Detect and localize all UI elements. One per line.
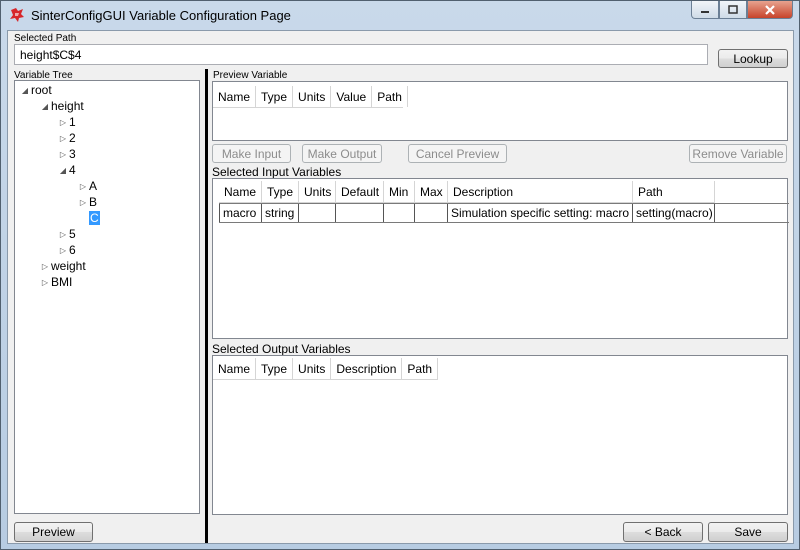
minimize-icon <box>701 10 709 13</box>
close-button[interactable] <box>747 1 793 19</box>
column-header[interactable]: Description <box>331 358 403 379</box>
app-logo-icon <box>10 8 24 22</box>
make-output-button[interactable]: Make Output <box>302 144 382 163</box>
panel-splitter[interactable] <box>205 69 208 543</box>
variable-tree[interactable]: ◢ root ◢ height ▷ 1 ▷ 2 ▷ 3 ◢ 4 ▷ A ▷ B C ▷ 5 ▷ 6 … <box>14 80 200 514</box>
cell-min[interactable] <box>384 204 415 222</box>
title-bar[interactable]: SinterConfigGUI Variable Configuration P… <box>1 1 799 31</box>
selected-path-label: Selected Path <box>14 33 77 44</box>
output-variables-grid[interactable]: Name Type Units Description Path <box>212 355 788 515</box>
tree-node-BMI[interactable]: ▷ BMI <box>39 275 72 289</box>
tree-node-1[interactable]: ▷ 1 <box>57 115 76 129</box>
save-button[interactable]: Save <box>708 522 788 542</box>
column-header[interactable]: Units <box>299 181 336 202</box>
cancel-preview-button[interactable]: Cancel Preview <box>408 144 507 163</box>
make-input-button[interactable]: Make Input <box>212 144 291 163</box>
collapsed-triangle-icon[interactable]: ▷ <box>57 118 69 127</box>
maximize-button[interactable] <box>719 1 747 19</box>
tree-node-label: root <box>31 83 52 97</box>
tree-node-label: 3 <box>69 147 76 161</box>
column-header[interactable]: Default <box>336 181 384 202</box>
cell-description[interactable]: Simulation specific setting: macro <box>448 204 633 222</box>
minimize-button[interactable] <box>691 1 719 19</box>
client-area: Selected Path height$C$4 Lookup Variable… <box>7 30 794 544</box>
column-header[interactable]: Path <box>633 181 715 202</box>
collapsed-triangle-icon[interactable]: ▷ <box>57 230 69 239</box>
column-header[interactable]: Type <box>262 181 299 202</box>
tree-node-label: 4 <box>69 163 76 177</box>
column-header[interactable]: Path <box>372 86 408 107</box>
collapsed-triangle-icon[interactable]: ▷ <box>57 134 69 143</box>
expanded-triangle-icon[interactable]: ◢ <box>19 86 31 95</box>
input-variables-label: Selected Input Variables <box>212 165 342 179</box>
column-header[interactable]: Value <box>331 86 373 107</box>
column-header[interactable]: Name <box>219 181 262 202</box>
column-header[interactable]: Max <box>415 181 448 202</box>
remove-variable-button[interactable]: Remove Variable <box>689 144 787 163</box>
collapsed-triangle-icon[interactable]: ▷ <box>77 198 89 207</box>
cell-path[interactable]: setting(macro) <box>633 204 715 222</box>
tree-node-label: 2 <box>69 131 76 145</box>
input-variables-grid[interactable]: Name Type Units Default Min Max Descript… <box>212 178 789 339</box>
column-header[interactable]: Name <box>213 86 257 107</box>
tree-node-label: 1 <box>69 115 76 129</box>
column-header[interactable]: Min <box>384 181 415 202</box>
cell-max[interactable] <box>415 204 448 222</box>
tree-node-2[interactable]: ▷ 2 <box>57 131 76 145</box>
output-variables-label: Selected Output Variables <box>212 342 351 356</box>
collapsed-triangle-icon[interactable]: ▷ <box>39 262 51 271</box>
close-icon <box>765 4 775 15</box>
window-title: SinterConfigGUI Variable Configuration P… <box>31 8 291 23</box>
expanded-triangle-icon[interactable]: ◢ <box>57 166 69 175</box>
cell-default[interactable] <box>336 204 384 222</box>
input-grid-header: Name Type Units Default Min Max Descript… <box>219 181 715 203</box>
selected-tree-node-label: C <box>89 211 100 225</box>
collapsed-triangle-icon[interactable]: ▷ <box>77 182 89 191</box>
preview-button[interactable]: Preview <box>14 522 93 542</box>
column-header[interactable]: Name <box>213 358 257 379</box>
preview-variable-label: Preview Variable <box>213 70 288 81</box>
app-window: SinterConfigGUI Variable Configuration P… <box>0 0 800 550</box>
tree-node-label: 6 <box>69 243 76 257</box>
tree-node-height[interactable]: ◢ height <box>39 99 84 113</box>
tree-node-label: B <box>89 195 98 209</box>
output-grid-header: Name Type Units Description Path <box>213 358 439 380</box>
maximize-icon <box>728 4 738 14</box>
back-button[interactable]: < Back <box>623 522 703 542</box>
selected-path-field[interactable]: height$C$4 <box>14 44 708 65</box>
collapsed-triangle-icon[interactable]: ▷ <box>57 246 69 255</box>
tree-node-3[interactable]: ▷ 3 <box>57 147 76 161</box>
tree-node-C[interactable]: C <box>89 211 100 225</box>
cell-name[interactable]: macro <box>219 204 262 222</box>
table-row[interactable]: macro string Simulation specific setting… <box>219 203 789 223</box>
column-header[interactable]: Type <box>256 358 294 379</box>
collapsed-triangle-icon[interactable]: ▷ <box>57 150 69 159</box>
tree-node-B[interactable]: ▷ B <box>77 195 97 209</box>
column-header[interactable]: Units <box>293 358 332 379</box>
cell-type[interactable]: string <box>262 204 299 222</box>
lookup-button[interactable]: Lookup <box>718 49 788 68</box>
tree-node-weight[interactable]: ▷ weight <box>39 259 86 273</box>
tree-node-5[interactable]: ▷ 5 <box>57 227 76 241</box>
tree-node-4[interactable]: ◢ 4 <box>57 163 76 177</box>
preview-grid-header: Name Type Units Value Path <box>213 86 408 108</box>
cell-units[interactable] <box>299 204 336 222</box>
collapsed-triangle-icon[interactable]: ▷ <box>39 278 51 287</box>
column-header[interactable]: Type <box>256 86 294 107</box>
tree-node-label: weight <box>51 259 86 273</box>
column-header[interactable]: Description <box>448 181 633 202</box>
tree-node-label: height <box>51 99 84 113</box>
expanded-triangle-icon[interactable]: ◢ <box>39 102 51 111</box>
tree-node-label: A <box>89 179 98 193</box>
preview-variable-grid[interactable]: Name Type Units Value Path <box>212 81 788 141</box>
tree-node-root[interactable]: ◢ root <box>19 83 52 97</box>
tree-node-A[interactable]: ▷ A <box>77 179 97 193</box>
tree-node-label: BMI <box>51 275 73 289</box>
tree-node-label: 5 <box>69 227 76 241</box>
column-header[interactable]: Units <box>293 86 332 107</box>
tree-node-6[interactable]: ▷ 6 <box>57 243 76 257</box>
column-header[interactable]: Path <box>402 358 439 379</box>
